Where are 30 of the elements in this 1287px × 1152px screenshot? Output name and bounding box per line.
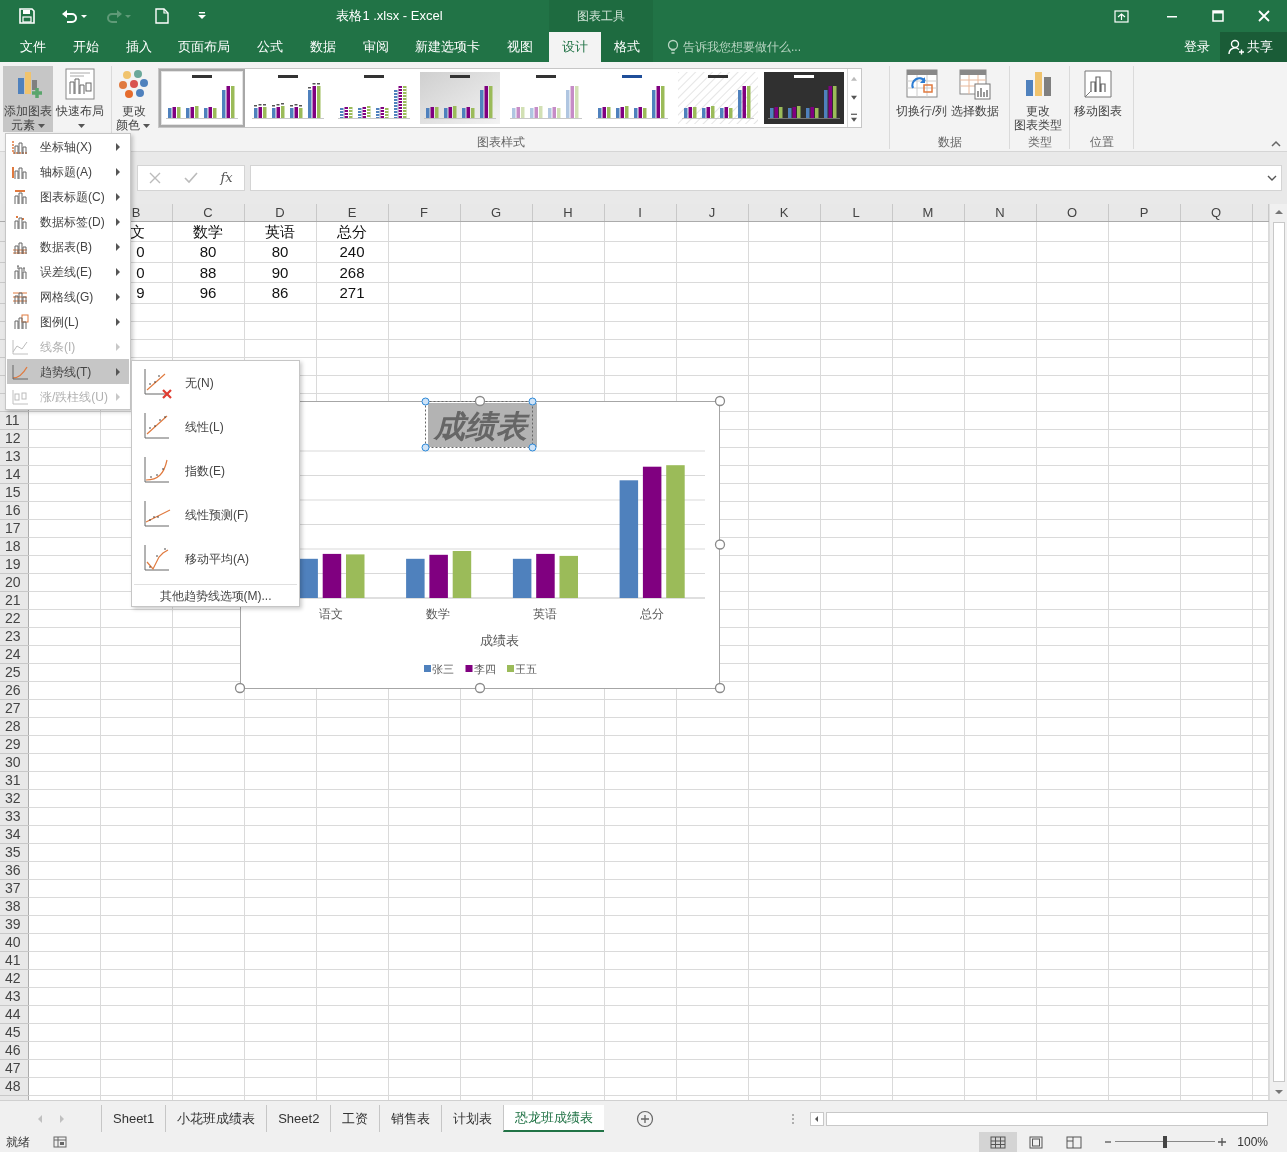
status-text: 就绪 — [6, 1134, 30, 1151]
table-cell: 96 — [172, 282, 244, 303]
axis-label: 英语 — [532, 608, 557, 620]
legend-label: 李四 — [473, 663, 496, 675]
table-cell: 80 — [172, 241, 244, 262]
group-label: 类型 — [1027, 134, 1052, 149]
group-label: 位置 — [1089, 134, 1114, 149]
group-label: 数据 — [937, 134, 962, 149]
axis-label: 语文 — [319, 608, 344, 620]
table-cell: 240 — [316, 241, 388, 262]
context-tab-label: 图表工具 — [549, 0, 653, 32]
table-cell: 数学 — [172, 221, 244, 242]
legend-label: 张三 — [432, 663, 454, 675]
table-cell: 90 — [244, 262, 316, 283]
legend-label: 王五 — [515, 663, 537, 675]
table-cell: 86 — [244, 282, 316, 303]
window-title: 表格1 .xlsx - Excel — [335, 7, 444, 26]
table-cell: 英语 — [244, 221, 316, 242]
table-cell: 总分 — [316, 221, 388, 242]
menu-item: 涨/跌柱线(U) — [40, 388, 109, 406]
axis-label: 数学 — [426, 608, 451, 620]
table-cell: 80 — [244, 241, 316, 262]
axis-title: 成绩表 — [479, 634, 519, 648]
group-label: 图表样式 — [476, 134, 525, 149]
axis-label: 总分 — [639, 608, 664, 620]
table-cell: 88 — [172, 262, 244, 283]
table-cell: 271 — [316, 282, 388, 303]
menu-item: 线条(I) — [40, 338, 77, 356]
table-cell: 268 — [316, 262, 388, 283]
chart-title: 成绩表 — [431, 409, 530, 444]
